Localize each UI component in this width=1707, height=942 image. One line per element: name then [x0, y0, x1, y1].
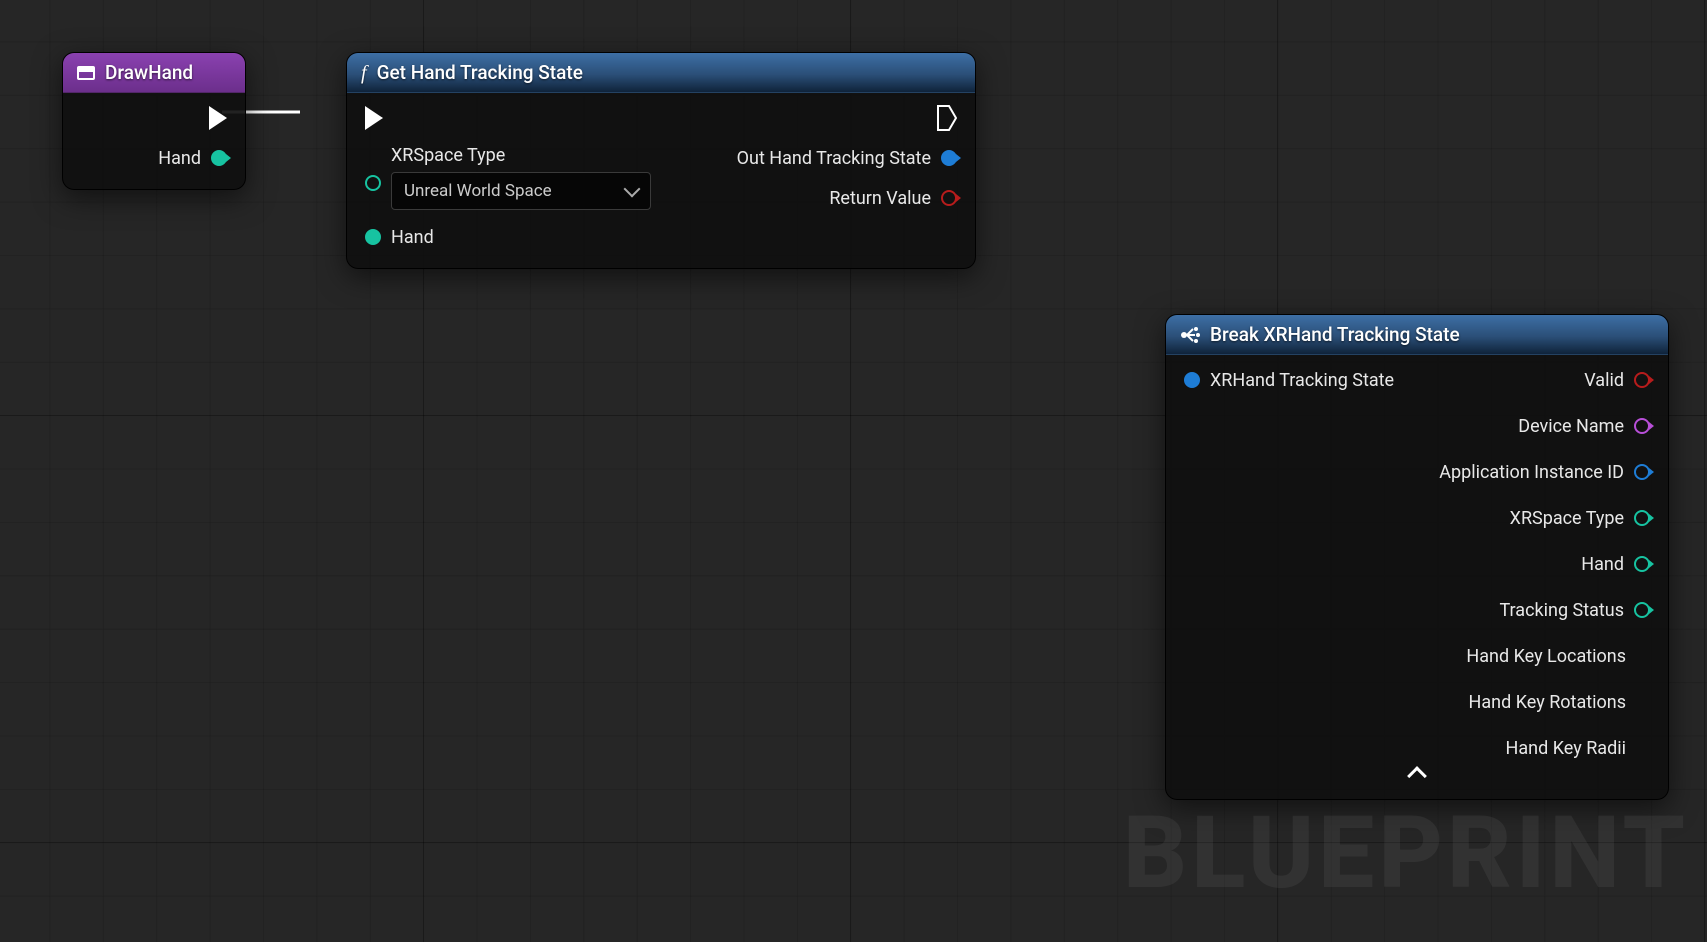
output-hand[interactable]: Hand — [1581, 551, 1650, 577]
pin-label: Hand — [391, 227, 434, 248]
pin-icon — [941, 190, 957, 206]
pin-label: Hand — [1581, 554, 1624, 575]
exec-output[interactable] — [209, 105, 227, 131]
chevron-down-icon — [624, 181, 641, 198]
node-header[interactable]: DrawHand — [63, 53, 245, 93]
pin-icon — [1636, 741, 1650, 755]
pin-label: Tracking Status — [1499, 600, 1624, 621]
exec-pin-icon — [365, 106, 383, 130]
chevron-up-icon — [1407, 766, 1427, 786]
pin-label: XRSpace Type — [1510, 508, 1624, 529]
pin-icon — [365, 175, 381, 191]
pin-label: XRSpace Type — [391, 145, 651, 166]
dropdown-value: Unreal World Space — [404, 181, 552, 201]
node-break-xrhand-tracking-state[interactable]: Break XRHand Tracking State XRHand Track… — [1165, 314, 1669, 800]
xrspace-dropdown[interactable]: Unreal World Space — [391, 172, 651, 210]
output-tracking-status[interactable]: Tracking Status — [1499, 597, 1650, 623]
node-drawhand[interactable]: DrawHand Hand — [62, 52, 246, 190]
pin-icon — [365, 229, 381, 245]
output-hand-key-locations[interactable]: Hand Key Locations — [1466, 643, 1650, 669]
function-icon: f — [361, 63, 367, 83]
pin-label: Hand Key Rotations — [1469, 692, 1626, 713]
output-hand[interactable]: Hand — [158, 145, 227, 171]
break-struct-icon — [1180, 326, 1200, 344]
pin-icon — [1634, 418, 1650, 434]
pin-label: Valid — [1584, 370, 1624, 391]
node-header[interactable]: Break XRHand Tracking State — [1166, 315, 1668, 355]
pin-icon — [1634, 372, 1650, 388]
pin-icon — [1636, 695, 1650, 709]
input-xrhand-tracking-state[interactable]: XRHand Tracking State — [1184, 367, 1394, 393]
pin-label: Hand Key Radii — [1506, 738, 1626, 759]
pin-label: Hand — [158, 148, 201, 169]
pin-icon — [1634, 464, 1650, 480]
blueprint-watermark: BLUEPRINT — [1123, 795, 1689, 912]
output-application-instance-id[interactable]: Application Instance ID — [1439, 459, 1650, 485]
pin-icon — [1634, 510, 1650, 526]
output-hand-key-rotations[interactable]: Hand Key Rotations — [1469, 689, 1650, 715]
pin-label: Hand Key Locations — [1466, 646, 1626, 667]
node-header[interactable]: f Get Hand Tracking State — [347, 53, 975, 93]
pin-icon — [1634, 602, 1650, 618]
output-xrspace-type[interactable]: XRSpace Type — [1510, 505, 1650, 531]
node-get-hand-tracking-state[interactable]: f Get Hand Tracking State XRSpace Type U… — [346, 52, 976, 269]
pin-icon — [1634, 556, 1650, 572]
input-hand[interactable]: Hand — [365, 224, 434, 250]
input-xrspace-type[interactable]: XRSpace Type Unreal World Space — [365, 145, 651, 210]
pin-label: Return Value — [829, 188, 931, 209]
exec-pin-icon — [937, 105, 957, 131]
pin-icon — [211, 150, 227, 166]
output-device-name[interactable]: Device Name — [1518, 413, 1650, 439]
output-out-hand-tracking-state[interactable]: Out Hand Tracking State — [737, 145, 957, 171]
pin-label: Device Name — [1518, 416, 1624, 437]
exec-input[interactable] — [365, 105, 383, 131]
output-hand-key-radii[interactable]: Hand Key Radii — [1506, 735, 1650, 761]
output-return-value[interactable]: Return Value — [829, 185, 957, 211]
pin-label: XRHand Tracking State — [1210, 370, 1394, 391]
pin-icon — [1184, 372, 1200, 388]
expand-toggle[interactable] — [1166, 765, 1668, 799]
node-title: Get Hand Tracking State — [377, 61, 583, 84]
pin-icon — [1636, 649, 1650, 663]
node-title: Break XRHand Tracking State — [1210, 323, 1460, 346]
event-icon — [77, 66, 95, 80]
exec-pin-icon — [209, 106, 227, 130]
pin-icon — [941, 150, 957, 166]
node-title: DrawHand — [105, 61, 193, 84]
exec-output[interactable] — [937, 105, 957, 131]
pin-label: Application Instance ID — [1439, 462, 1624, 483]
output-valid[interactable]: Valid — [1584, 367, 1650, 393]
pin-label: Out Hand Tracking State — [737, 148, 931, 169]
